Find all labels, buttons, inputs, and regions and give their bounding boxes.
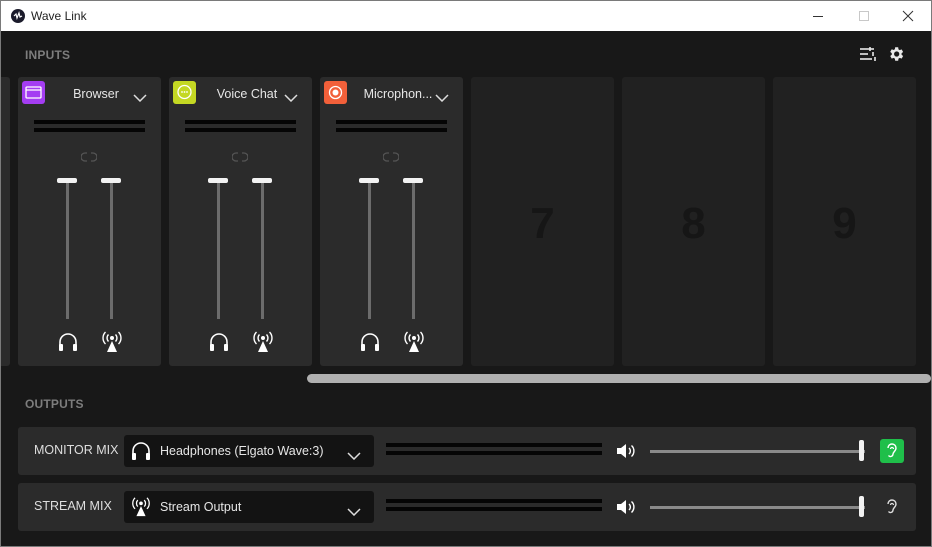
outputs-section-label: OUTPUTS <box>25 397 84 411</box>
channel-name: Voice Chat <box>216 87 278 101</box>
input-strips-area: Browser Voice Chat Microphon... 7 8 9 <box>1 77 931 367</box>
input-strip-browser: Browser <box>18 77 161 366</box>
slot-number: 7 <box>530 199 555 248</box>
maximize-button[interactable] <box>841 1 887 31</box>
window-title: Wave Link <box>31 9 87 23</box>
maximize-icon <box>859 11 869 21</box>
ear-icon <box>887 499 897 514</box>
output-level-meter-left <box>386 443 602 447</box>
stream-fader-track[interactable] <box>412 181 415 319</box>
channel-name: Browser <box>73 87 119 101</box>
monitor-fader-knob[interactable] <box>208 178 228 183</box>
stream-fader-knob[interactable] <box>252 178 272 183</box>
level-meter-right <box>34 128 145 132</box>
minimize-button[interactable] <box>795 1 841 31</box>
monitor-fader-track[interactable] <box>368 181 371 319</box>
chevron-down-icon[interactable] <box>435 89 449 103</box>
broadcast-icon[interactable] <box>100 330 124 354</box>
monitor-fader-knob[interactable] <box>57 178 77 183</box>
mix-label: STREAM MIX <box>34 499 112 513</box>
chevron-down-icon[interactable] <box>133 89 147 103</box>
headphones-icon[interactable] <box>359 331 381 353</box>
app-window: Wave Link INPUTS Browser Voice Chat Micr… <box>0 0 932 547</box>
volume-slider-track[interactable] <box>650 450 865 453</box>
mixer-settings-icon[interactable] <box>859 46 877 62</box>
chevron-down-icon[interactable] <box>284 89 298 103</box>
monitor-toggle-button[interactable] <box>880 439 904 463</box>
output-device-select[interactable]: Stream Output <box>124 491 374 523</box>
headphones-icon <box>130 440 152 462</box>
stream-fader-track[interactable] <box>110 181 113 319</box>
chat-bubble-icon[interactable] <box>173 81 196 104</box>
stream-fader-knob[interactable] <box>403 178 423 183</box>
link-icon[interactable] <box>231 150 249 162</box>
chevron-down-icon <box>347 447 361 461</box>
broadcast-icon[interactable] <box>402 330 426 354</box>
output-level-meter-right <box>386 507 602 511</box>
slot-number: 8 <box>681 199 706 248</box>
level-meter-left <box>336 120 447 124</box>
output-device-select[interactable]: Headphones (Elgato Wave:3) <box>124 435 374 467</box>
broadcast-icon[interactable] <box>251 330 275 354</box>
mix-label: MONITOR MIX <box>34 443 119 457</box>
level-meter-left <box>34 120 145 124</box>
volume-slider-thumb[interactable] <box>859 440 864 461</box>
stream-fader-knob[interactable] <box>101 178 121 183</box>
app-content: INPUTS Browser Voice Chat Microphon... 7… <box>1 31 931 546</box>
headphones-icon[interactable] <box>208 331 230 353</box>
output-level-meter-right <box>386 451 602 455</box>
input-strip-partial <box>1 77 10 366</box>
close-button[interactable] <box>885 1 931 31</box>
input-strip-voice-chat: Voice Chat <box>169 77 312 366</box>
level-meter-right <box>185 128 296 132</box>
stream-fader-track[interactable] <box>261 181 264 319</box>
ear-icon <box>887 443 897 458</box>
title-bar[interactable]: Wave Link <box>1 1 931 31</box>
empty-input-slot[interactable]: 7 <box>471 77 614 366</box>
output-device-name: Stream Output <box>160 500 242 514</box>
link-icon[interactable] <box>80 150 98 162</box>
broadcast-icon <box>130 496 152 518</box>
level-meter-right <box>336 128 447 132</box>
volume-slider-track[interactable] <box>650 506 865 509</box>
speaker-icon[interactable] <box>615 441 637 461</box>
empty-input-slot[interactable]: 8 <box>622 77 765 366</box>
speaker-icon[interactable] <box>615 497 637 517</box>
minimize-icon <box>813 16 823 17</box>
monitor-toggle-button[interactable] <box>880 495 904 519</box>
slot-number: 9 <box>832 199 857 248</box>
link-icon[interactable] <box>382 150 400 162</box>
horizontal-scrollbar[interactable] <box>307 374 931 383</box>
level-meter-left <box>185 120 296 124</box>
monitor-fader-track[interactable] <box>217 181 220 319</box>
output-device-name: Headphones (Elgato Wave:3) <box>160 444 324 458</box>
output-level-meter-left <box>386 499 602 503</box>
close-icon <box>902 10 914 22</box>
monitor-fader-knob[interactable] <box>359 178 379 183</box>
chevron-down-icon <box>347 503 361 517</box>
headphones-icon[interactable] <box>57 331 79 353</box>
empty-input-slot[interactable]: 9 <box>773 77 916 366</box>
monitor-fader-track[interactable] <box>66 181 69 319</box>
input-strip-microphone: Microphon... <box>320 77 463 366</box>
gear-icon[interactable] <box>887 45 905 63</box>
browser-window-icon[interactable] <box>22 81 45 104</box>
output-row-stream-mix: STREAM MIX Stream Output <box>18 483 916 531</box>
output-row-monitor-mix: MONITOR MIX Headphones (Elgato Wave:3) <box>18 427 916 475</box>
wave-link-logo-icon <box>11 9 25 23</box>
volume-slider-thumb[interactable] <box>859 496 864 517</box>
channel-name: Microphon... <box>363 87 433 101</box>
inputs-section-label: INPUTS <box>25 48 71 62</box>
record-icon[interactable] <box>324 81 347 104</box>
